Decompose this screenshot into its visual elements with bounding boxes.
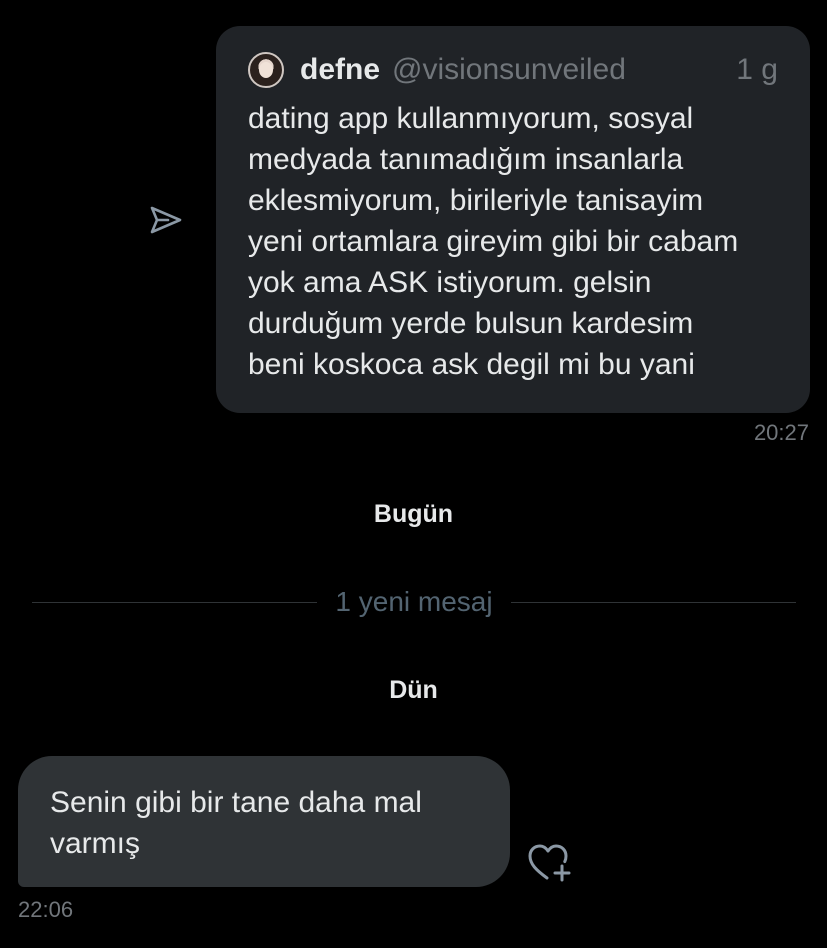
message-timestamp: 22:06 — [18, 897, 74, 922]
send-icon[interactable] — [146, 200, 186, 240]
divider-line — [32, 601, 318, 603]
heart-plus-icon[interactable] — [526, 842, 572, 884]
new-messages-label: 1 yeni mesaj — [335, 586, 493, 617]
tweet-author-name[interactable]: defne — [300, 53, 380, 87]
tweet-text: dating app kullanmıyorum, sosyal medyada… — [248, 102, 739, 381]
day-separator-yesterday: Dün — [389, 676, 438, 704]
tweet-header: defne @visionsunveiled 1 g — [248, 50, 778, 90]
divider-line — [510, 601, 796, 603]
received-message-bubble[interactable]: Senin gibi bir tane daha mal varmış — [18, 756, 510, 887]
day-separator-today: Bugün — [373, 500, 454, 528]
tweet-age: 1 g — [736, 53, 778, 86]
avatar[interactable] — [248, 52, 284, 88]
shared-tweet-card[interactable]: defne @visionsunveiled 1 g dating app ku… — [216, 26, 810, 413]
message-timestamp: 20:27 — [753, 420, 809, 445]
dm-conversation: defne @visionsunveiled 1 g dating app ku… — [0, 0, 827, 948]
new-messages-divider: 1 yeni mesaj — [32, 582, 796, 622]
tweet-author-handle: @visionsunveiled — [392, 53, 626, 86]
